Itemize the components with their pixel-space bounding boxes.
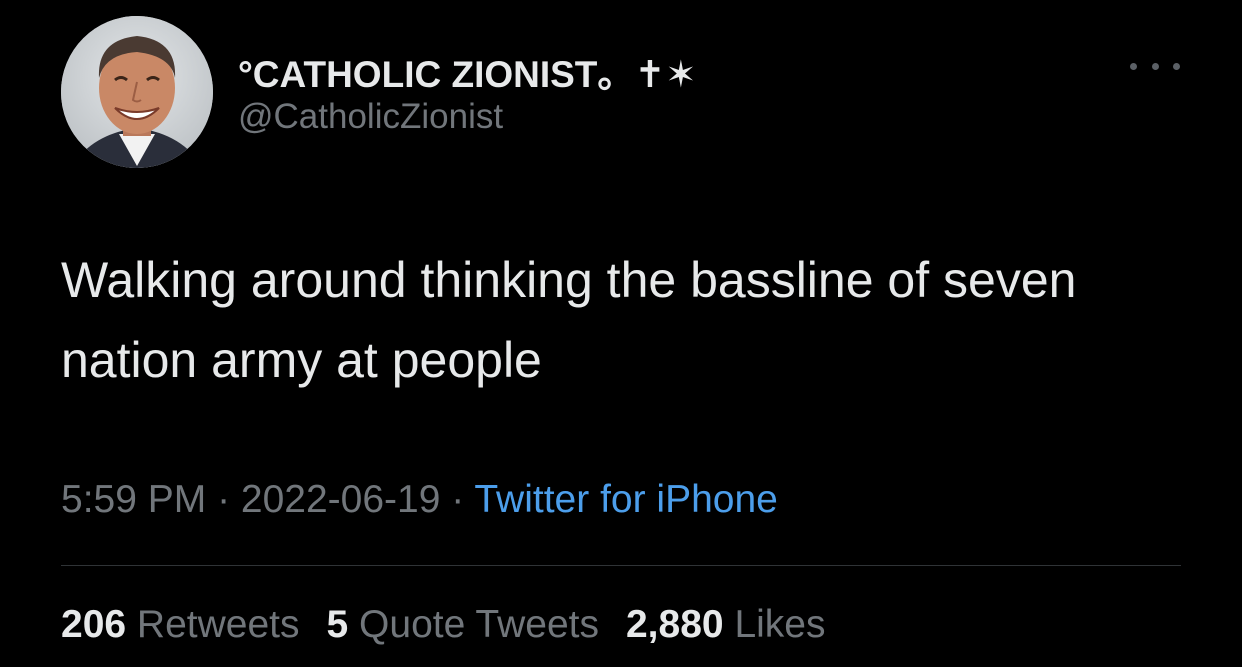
avatar[interactable] (61, 16, 213, 168)
quote-tweets-stat[interactable]: 5 Quote Tweets (327, 603, 599, 646)
tweet-meta: 5:59 PM · 2022-06-19 · Twitter for iPhon… (61, 478, 778, 522)
tweet-source-link[interactable]: Twitter for iPhone (474, 478, 777, 521)
likes-count: 2,880 (625, 603, 724, 646)
tweet-date[interactable]: 2022-06-19 (241, 478, 441, 521)
tweet-time[interactable]: 5:59 PM (61, 478, 206, 521)
likes-stat[interactable]: 2,880 Likes (626, 603, 826, 646)
retweets-count: 206 (61, 603, 127, 646)
divider (61, 565, 1181, 566)
quote-tweets-label: Quote Tweets (359, 603, 599, 646)
retweets-stat[interactable]: 206 Retweets (61, 603, 300, 646)
author-display-name[interactable]: °CATHOLIC ZIONIST。✝✶ (238, 44, 696, 98)
more-horizontal-icon-dot (1151, 62, 1159, 70)
likes-label: Likes (734, 603, 826, 646)
avatar-image (61, 16, 213, 168)
quote-tweets-count: 5 (326, 603, 349, 646)
meta-separator: · (206, 478, 241, 521)
retweets-label: Retweets (136, 603, 300, 646)
more-options-button[interactable] (1130, 52, 1180, 80)
tweet-text: Walking around thinking the bassline of … (61, 252, 1077, 388)
more-horizontal-icon (1130, 62, 1137, 70)
tweet-stats: 206 Retweets 5 Quote Tweets 2,880 Likes (61, 603, 825, 647)
more-horizontal-icon-dot (1173, 62, 1180, 70)
author-handle[interactable]: @CatholicZionist (238, 97, 503, 137)
meta-separator: · (440, 478, 475, 521)
